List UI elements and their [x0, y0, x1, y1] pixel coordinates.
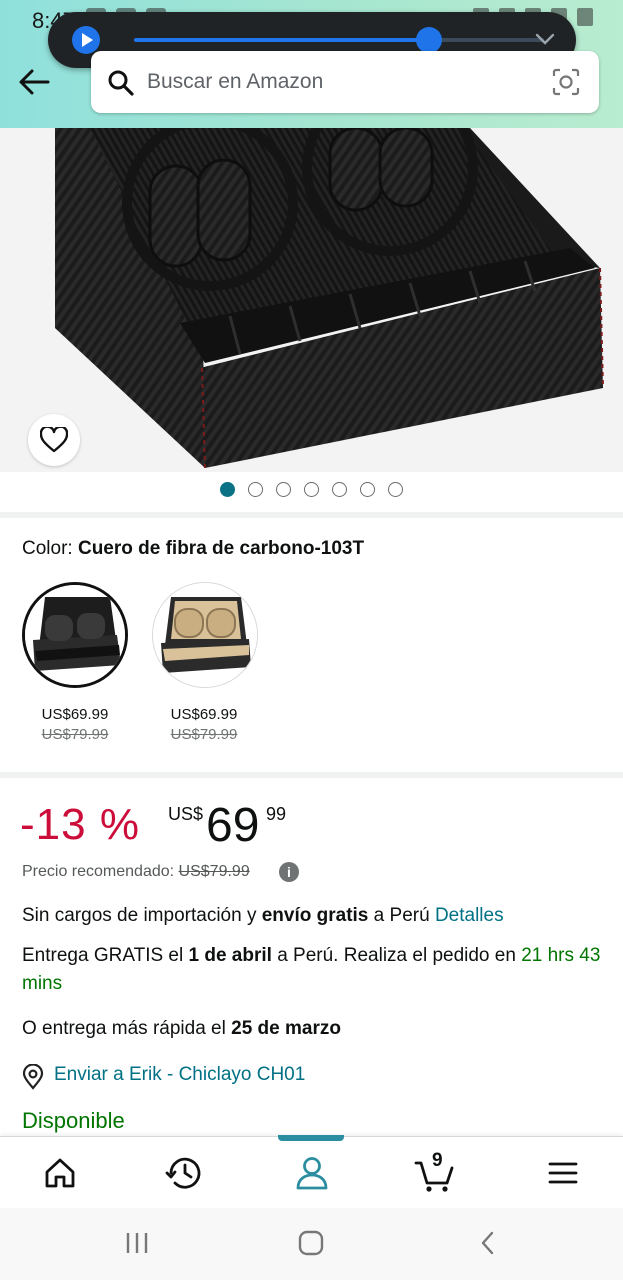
play-icon[interactable] [72, 26, 100, 54]
swatch-old-price: US$79.99 [170, 726, 238, 743]
media-progress-handle[interactable] [416, 27, 443, 53]
menu-icon[interactable] [538, 1151, 588, 1195]
fast-delivery-line: O entrega más rápida el 25 de marzo [22, 1018, 341, 1039]
product-image[interactable] [0, 128, 623, 472]
cart-count-badge: 9 [432, 1150, 443, 1171]
color-swatch-black[interactable] [22, 582, 128, 688]
search-input[interactable] [147, 65, 527, 99]
swatch-old-price: US$79.99 [41, 726, 109, 743]
home-icon[interactable] [35, 1151, 85, 1195]
recommended-price: Precio recomendado: US$79.99 [22, 863, 250, 880]
chevron-down-icon[interactable] [534, 28, 556, 50]
app-header: 8:47 [0, 0, 623, 128]
carousel-dot[interactable] [388, 482, 403, 497]
search-icon [108, 70, 134, 96]
home-button-icon[interactable] [296, 1228, 326, 1258]
wishlist-button[interactable] [28, 414, 80, 466]
swatch-price: US$69.99 [170, 706, 238, 723]
recommended-price-value: US$79.99 [178, 863, 250, 880]
details-link[interactable]: Detalles [435, 905, 504, 926]
section-divider [0, 512, 623, 518]
carousel-dot[interactable] [332, 482, 347, 497]
system-navigation-bar [0, 1208, 623, 1280]
image-carousel-dots[interactable] [0, 482, 623, 500]
carousel-dot[interactable] [248, 482, 263, 497]
carousel-dot[interactable] [220, 482, 235, 497]
price-whole: 69 [206, 799, 260, 852]
active-tab-indicator [278, 1135, 344, 1141]
history-icon[interactable] [160, 1151, 210, 1195]
heart-icon [40, 427, 68, 453]
color-selection-label: Color: Cuero de fibra de carbono-103T [22, 538, 365, 559]
media-progress-fill [134, 38, 430, 42]
location-pin-icon[interactable] [20, 1064, 46, 1090]
price-fraction: 99 [266, 804, 287, 824]
bottom-navigation [0, 1135, 623, 1208]
watch-winder-image [55, 128, 604, 469]
media-progress-track[interactable] [134, 27, 544, 53]
availability-status: Disponible [22, 1108, 125, 1133]
recent-apps-icon[interactable] [122, 1228, 152, 1258]
swatch-price: US$69.99 [41, 706, 109, 723]
account-icon[interactable] [287, 1151, 337, 1195]
back-arrow-icon[interactable] [16, 66, 52, 98]
carousel-dot[interactable] [276, 482, 291, 497]
back-button-icon[interactable] [474, 1228, 504, 1258]
carousel-dot[interactable] [360, 482, 375, 497]
import-fees-line: Sin cargos de importación y envío gratis… [22, 905, 504, 926]
ship-to-link[interactable]: Enviar a Erik - Chiclayo CH01 [54, 1064, 305, 1086]
carousel-dot[interactable] [304, 482, 319, 497]
search-bar[interactable] [91, 51, 599, 113]
color-swatch-beige[interactable] [152, 582, 258, 688]
price-currency: US$ [168, 804, 204, 824]
section-divider [0, 772, 623, 778]
camera-search-icon[interactable] [551, 67, 581, 97]
selected-color-name: Cuero de fibra de carbono-103T [77, 538, 365, 559]
delivery-line: Entrega GRATIS el 1 de abril a Perú. Rea… [22, 945, 601, 994]
discount-percentage: -13 % [20, 800, 140, 849]
info-icon[interactable]: i [279, 862, 299, 882]
